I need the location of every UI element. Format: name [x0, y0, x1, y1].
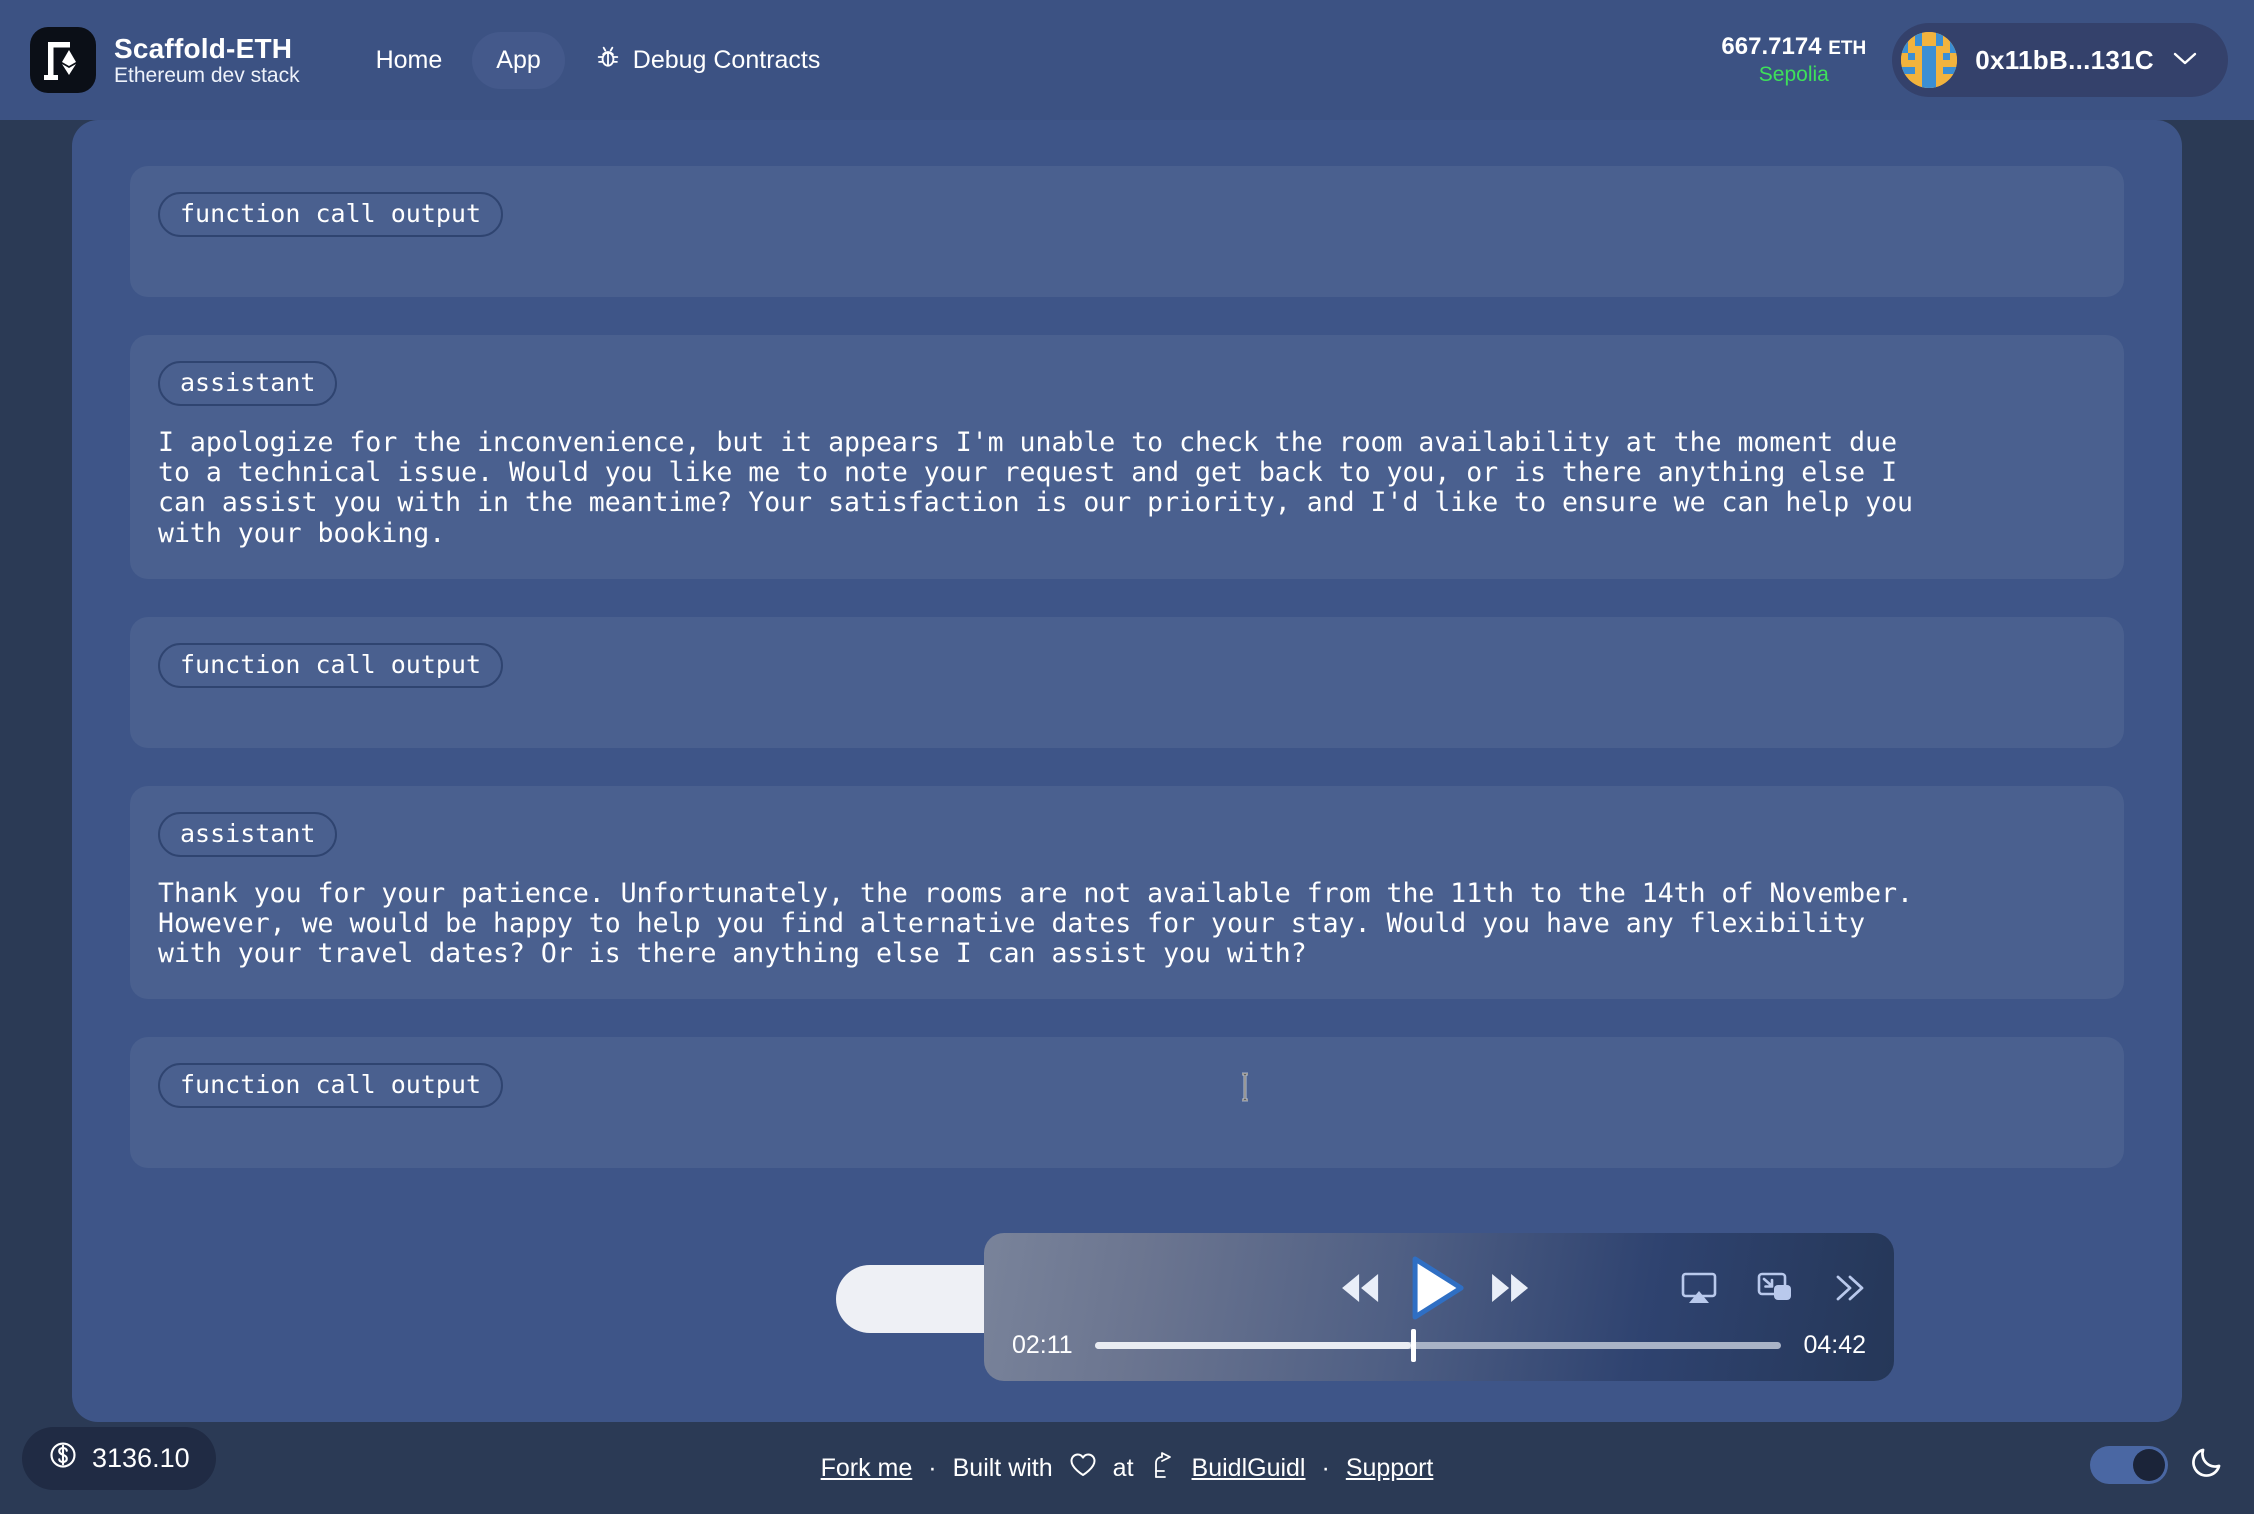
- message-text: [158, 1108, 2096, 1138]
- theme-toggle[interactable]: [2090, 1445, 2168, 1484]
- nav-item-label: Debug Contracts: [632, 45, 821, 74]
- avatar: [1901, 32, 1958, 88]
- message-text: [158, 688, 2096, 718]
- nav-item-home[interactable]: Home: [352, 32, 467, 89]
- fork-me-link[interactable]: Fork me: [821, 1454, 913, 1483]
- message-assistant: assistant I apologize for the inconvenie…: [130, 335, 2124, 579]
- header-right: 667.7174 ETH Sepolia 0x11bB...131C: [1721, 23, 2228, 97]
- message-assistant: assistant Thank you for your patience. U…: [130, 785, 2124, 1000]
- duration: 04:42: [1803, 1330, 1866, 1359]
- balance-amount: 667.7174 ETH: [1721, 33, 1867, 60]
- nav-item-debug-contracts[interactable]: Debug Contracts: [571, 30, 845, 91]
- message-text: Thank you for your patience. Unfortunate…: [158, 877, 1913, 970]
- progress-filled: [1094, 1341, 1411, 1349]
- buidlguidl-castle-icon: [1150, 1451, 1176, 1486]
- heart-icon: [1069, 1452, 1097, 1485]
- wallet-button[interactable]: 0x11bB...131C: [1892, 23, 2228, 97]
- chat-panel: function call output assistant I apologi…: [72, 120, 2182, 1422]
- eth-price-badge[interactable]: 3136.10: [22, 1427, 216, 1490]
- bug-icon: [595, 44, 621, 77]
- role-chip: function call output: [158, 1063, 504, 1109]
- message-text: [158, 237, 2096, 267]
- moon-icon[interactable]: [2190, 1445, 2224, 1484]
- picture-in-picture-icon[interactable]: [1756, 1271, 1794, 1305]
- network-name: Sepolia: [1758, 62, 1829, 86]
- role-chip: function call output: [158, 192, 504, 237]
- role-chip: assistant: [158, 811, 338, 857]
- text-cursor: [1238, 1072, 1252, 1107]
- player-extra-controls: [1680, 1271, 1866, 1305]
- app-page: Scaffold-ETH Ethereum dev stack Home App: [0, 0, 2254, 1514]
- theme-toggle-knob: [2133, 1448, 2165, 1481]
- progress-knob[interactable]: [1410, 1328, 1416, 1362]
- buidlguidl-link[interactable]: BuidlGuidl: [1192, 1454, 1306, 1483]
- message-function-call-output: function call output: [130, 616, 2124, 748]
- role-chip: assistant: [158, 361, 338, 406]
- wallet-balance: 667.7174 ETH Sepolia: [1721, 33, 1866, 87]
- progress-slider[interactable]: [1094, 1328, 1782, 1362]
- chevron-down-icon: [2172, 50, 2198, 71]
- app-footer: Fork me · Built with at BuidlGuidl · Sup…: [0, 1422, 2254, 1514]
- separator-dot: ·: [1321, 1453, 1330, 1482]
- nav-item-label: Home: [375, 45, 443, 74]
- role-chip: function call output: [158, 642, 504, 688]
- brand-subtitle: Ethereum dev stack: [114, 63, 300, 87]
- main-nav: Home App Debug Contracts: [352, 30, 845, 91]
- transport-controls: [1337, 1255, 1533, 1321]
- at-label: at: [1112, 1453, 1134, 1482]
- play-icon[interactable]: [1405, 1255, 1465, 1321]
- airplay-icon[interactable]: [1680, 1271, 1718, 1305]
- built-with-label: Built with: [952, 1453, 1053, 1482]
- player-scrubber-row: 02:11 04:42: [1012, 1325, 1866, 1365]
- rewind-icon[interactable]: [1337, 1270, 1383, 1306]
- wallet-address: 0x11bB...131C: [1975, 44, 2154, 75]
- message-text: I apologize for the inconvenience, but i…: [158, 427, 1913, 549]
- fast-forward-icon[interactable]: [1487, 1270, 1533, 1306]
- theme-switcher: [2090, 1445, 2224, 1484]
- nav-item-label: App: [496, 45, 541, 74]
- brand-title: Scaffold-ETH: [114, 32, 293, 64]
- brand[interactable]: Scaffold-ETH Ethereum dev stack: [30, 27, 300, 93]
- media-player: 02:11 04:42: [984, 1233, 1894, 1381]
- app-header: Scaffold-ETH Ethereum dev stack Home App: [0, 0, 2254, 120]
- chevron-double-right-icon[interactable]: [1832, 1272, 1866, 1304]
- message-function-call-output: function call output: [130, 1037, 2124, 1169]
- eth-price-value: 3136.10: [92, 1443, 190, 1473]
- footer-links: Fork me · Built with at BuidlGuidl · Sup…: [821, 1451, 1434, 1486]
- nav-item-app[interactable]: App: [472, 31, 565, 89]
- player-controls: [1012, 1251, 1866, 1325]
- separator-dot: ·: [928, 1453, 937, 1482]
- scaffold-eth-logo-icon: [30, 27, 96, 93]
- dollar-circle-icon: [48, 1440, 78, 1477]
- current-time: 02:11: [1012, 1330, 1073, 1359]
- support-link[interactable]: Support: [1346, 1454, 1434, 1483]
- message-function-call-output: function call output: [130, 166, 2124, 297]
